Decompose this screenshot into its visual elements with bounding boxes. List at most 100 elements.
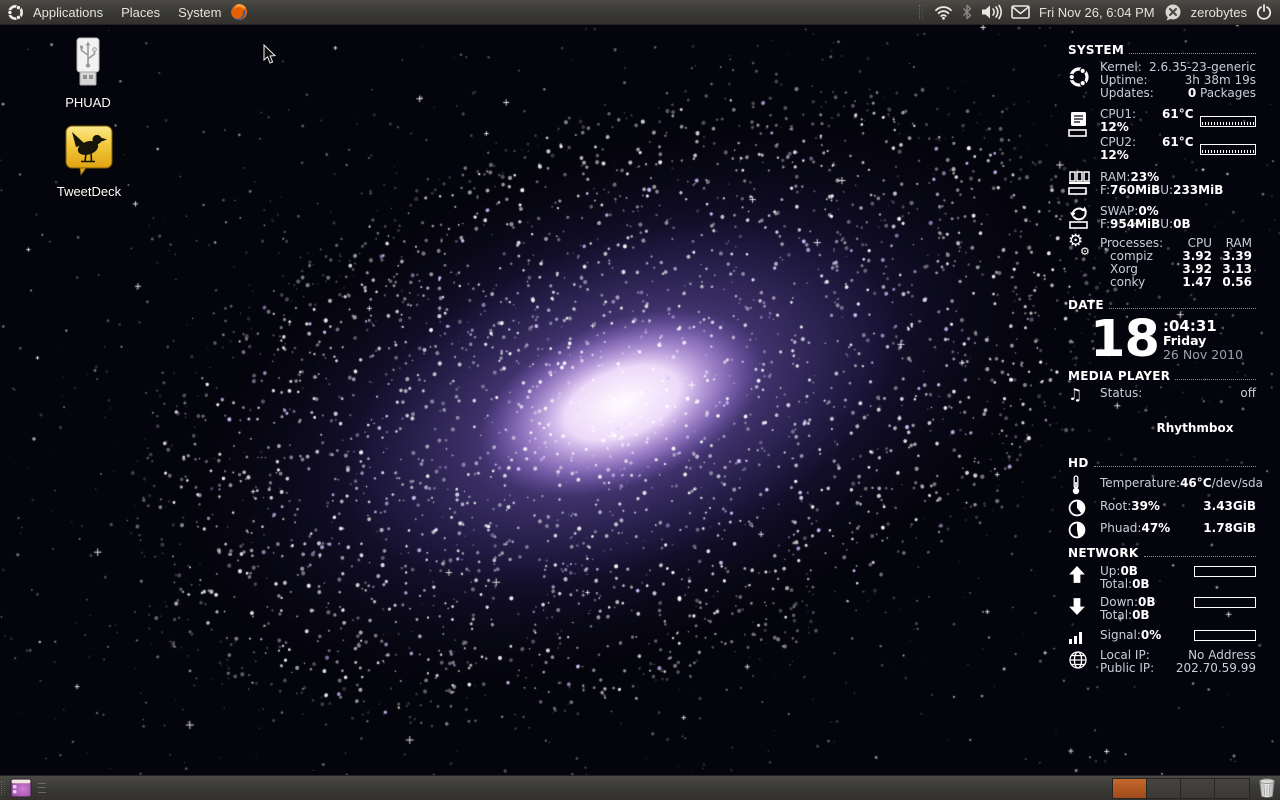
ram-block: RAM: 23% F: 760MiB U: 233MiB [1068,169,1256,197]
swap-used-label: U: [1160,217,1174,231]
window-list-handle[interactable] [38,783,46,793]
download-graph [1194,597,1256,608]
signal-graph [1194,630,1256,641]
menu-system[interactable]: System [169,0,230,25]
me-menu-status-icon[interactable] [1164,4,1182,21]
trash-button[interactable] [1258,778,1276,798]
bottom-panel [0,775,1280,800]
panel-handle[interactable] [1,781,5,795]
conky-section-title: MEDIA PLAYER [1068,369,1171,383]
processes-gear-icon: ⚙ ⚙ [1068,231,1090,259]
dotted-leader [1093,466,1256,467]
media-status-block: ♫ Status: off [1068,385,1256,404]
desktop[interactable]: PHUAD TweetDeck SYSTEM Kernel: 2.6.35-23… [0,25,1280,775]
conky-section-title: NETWORK [1068,546,1139,560]
desktop-icon-label: PHUAD [65,95,111,110]
updates-count: 0 [1187,86,1197,100]
cpu-block: CPU1: 12% 61°C CPU2: 12% 61°C [1068,108,1256,162]
desktop-icon-phuad[interactable]: PHUAD [40,37,136,110]
music-note-icon: ♫ [1068,385,1083,404]
top-panel: Applications Places System Fri Nov 26, 6… [0,0,1280,25]
usb-drive-icon [69,37,107,91]
disk-usage-pie-icon [1068,520,1100,539]
cpu2-pct: 12% [1100,148,1129,162]
dotted-leader [1175,379,1256,380]
process-row: conky 1.47 0.56 [1110,275,1252,289]
dotted-leader [1143,556,1256,557]
network-signal-block: Signal: 0% [1068,629,1256,644]
menu-system-label: System [178,4,222,20]
kernel-block: Kernel: 2.6.35-23-generic Uptime: 3h 38m 1… [1068,61,1256,100]
cpu1-temp: 61°C [1162,107,1194,121]
swap-icon [1068,203,1100,231]
network-ip-block: Local IP: No Address Public IP: 202.70.59.… [1068,649,1256,675]
ram-used-label: U: [1160,183,1174,197]
power-button-icon[interactable] [1256,4,1272,20]
date-day: 18 [1090,310,1160,369]
cpu1-graph [1200,115,1256,127]
workspace-cell[interactable] [1181,778,1215,798]
swap-used: 0B [1173,217,1191,231]
date-time: :04:31 [1162,317,1217,335]
firefox-launcher-icon[interactable] [230,3,248,21]
ubuntu-logo-icon [7,4,24,21]
me-menu[interactable]: zerobytes [1191,5,1247,20]
screen: Applications Places System Fri Nov 26, 6… [0,0,1280,800]
wifi-icon[interactable] [934,5,953,20]
swap-free-label: F: [1100,217,1111,231]
desktop-icon-tweetdeck[interactable]: TweetDeck [41,124,137,199]
processes-block: ⚙ ⚙ Processes: CPU RAM compiz 3.92 3.39 X… [1068,231,1256,289]
cpu1-label: CPU1: [1100,107,1137,121]
mail-indicator-icon[interactable] [1011,5,1030,19]
tweetdeck-bird-icon [64,125,114,180]
network-up-block: Up: 0B Total: 0B [1068,565,1256,591]
swap-block: SWAP: 0% F: 954MiB U: 0B [1068,203,1256,231]
ram-free-label: F: [1100,183,1111,197]
globe-icon [1068,649,1100,675]
workspace-switcher [1112,777,1250,799]
cpu1-pct: 12% [1100,120,1129,134]
conky-section-title: HD [1068,456,1089,470]
dotted-leader [1129,53,1256,54]
volume-icon[interactable] [981,4,1002,20]
bluetooth-icon[interactable] [962,4,972,20]
updates-label: Updates: [1100,86,1154,100]
ubuntu-logo-icon [1068,61,1100,100]
ram-used: 233MiB [1173,183,1224,197]
date-weekday: Friday [1162,333,1207,348]
show-desktop-icon [10,778,32,798]
hd-row: Phuad: 47% 1.78GiB [1068,520,1256,539]
workspace-cell[interactable] [1215,778,1249,798]
up-arrow-icon [1068,565,1100,591]
workspace-cell[interactable] [1147,778,1181,798]
menu-places-label: Places [121,4,161,20]
clock[interactable]: Fri Nov 26, 6:04 PM [1039,5,1155,20]
conky-system-monitor: SYSTEM Kernel: 2.6.35-23-generic Uptime: 3… [1062,36,1263,678]
media-status-value: off [1240,386,1256,400]
ram-icon [1068,169,1100,197]
mouse-cursor [263,43,277,70]
menu-applications[interactable]: Applications [24,0,112,25]
show-desktop-button[interactable] [10,777,32,799]
hd-row: Temperature: 46°C/dev/sda [1068,474,1263,495]
signal-bars-icon [1068,629,1100,644]
cpu2-label: CPU2: [1100,135,1137,149]
clock-label: Fri Nov 26, 6:04 PM [1039,4,1155,20]
swap-free: 954MiB [1110,217,1161,231]
thermometer-icon [1068,474,1100,495]
down-arrow-icon [1068,596,1100,622]
menu-places[interactable]: Places [112,0,169,25]
desktop-icon-label: TweetDeck [56,184,122,199]
dotted-leader [1108,308,1256,309]
panel-applet-handle[interactable] [919,5,924,19]
cpu2-graph [1200,143,1256,155]
updates-suffix: Packages [1196,86,1256,100]
ram-free: 760MiB [1110,183,1161,197]
conky-section-title: SYSTEM [1068,43,1125,57]
username-label: zerobytes [1190,4,1247,20]
date-block: 18 :04:31 Friday 26 Nov 2010 [1090,310,1256,369]
upload-graph [1194,566,1256,577]
trash-icon [1259,778,1275,798]
cpu2-temp: 61°C [1162,135,1194,149]
workspace-cell[interactable] [1113,778,1147,798]
